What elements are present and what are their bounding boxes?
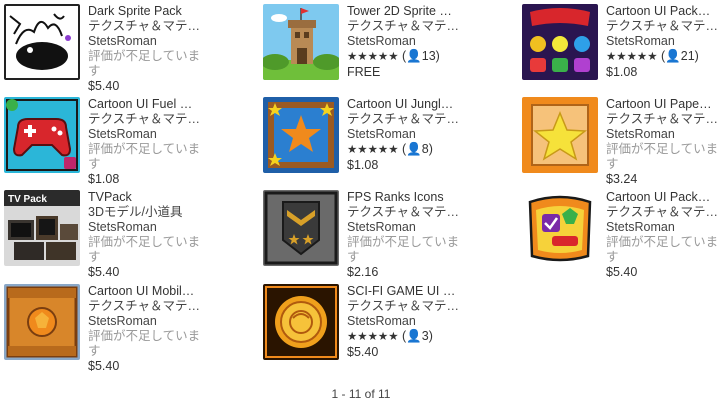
asset-category[interactable]: テクスチャ＆マテ… bbox=[347, 19, 465, 34]
rating-count: (👤13) bbox=[402, 49, 440, 63]
asset-title[interactable]: SCI-FI GAME UI … bbox=[347, 284, 465, 299]
asset-title[interactable]: Cartoon UI Mobil… bbox=[88, 284, 206, 299]
asset-publisher[interactable]: StetsRoman bbox=[606, 127, 722, 142]
cartoon-ui-pack-thumbnail[interactable] bbox=[522, 190, 598, 266]
star-rating-icon: ★★★★★ bbox=[347, 144, 399, 156]
gamepad-thumbnail[interactable] bbox=[4, 97, 80, 173]
asset-category[interactable]: テクスチャ＆マテ… bbox=[88, 112, 206, 127]
asset-publisher[interactable]: StetsRoman bbox=[347, 314, 465, 329]
asset-publisher[interactable]: StetsRoman bbox=[88, 34, 206, 49]
paper-star-thumbnail[interactable] bbox=[522, 97, 598, 173]
asset-title[interactable]: TVPack bbox=[88, 190, 206, 205]
rating-count: (👤8) bbox=[402, 142, 433, 156]
asset-publisher[interactable]: StetsRoman bbox=[88, 127, 206, 142]
asset-category[interactable]: テクスチャ＆マテ… bbox=[606, 112, 722, 127]
asset-price: $5.40 bbox=[347, 345, 379, 359]
asset-card[interactable]: Tower 2D Sprite … テクスチャ＆マテ… StetsRoman ★… bbox=[263, 4, 493, 96]
asset-price: $5.40 bbox=[88, 79, 120, 93]
dark-sprite-thumbnail[interactable] bbox=[4, 4, 80, 80]
asset-card[interactable]: Cartoon UI Jungl… テクスチャ＆マテ… StetsRoman ★… bbox=[263, 97, 493, 189]
asset-card[interactable]: Cartoon UI Pack… テクスチャ＆マテ… StetsRoman 評価… bbox=[522, 190, 722, 282]
asset-price: $5.40 bbox=[88, 359, 120, 373]
asset-price: $3.24 bbox=[606, 172, 638, 186]
asset-card[interactable]: Cartoon UI Fuel … テクスチャ＆マテ… StetsRoman 評… bbox=[4, 97, 234, 189]
asset-card[interactable]: SCI-FI GAME UI … テクスチャ＆マテ… StetsRoman ★★… bbox=[263, 284, 493, 376]
asset-price: $5.40 bbox=[606, 265, 638, 279]
asset-publisher[interactable]: StetsRoman bbox=[606, 220, 722, 235]
asset-title[interactable]: Cartoon UI Pape… bbox=[606, 97, 722, 112]
svg-text:TV Pack: TV Pack bbox=[8, 194, 47, 205]
rating-count: (👤3) bbox=[402, 329, 433, 343]
asset-price: $1.08 bbox=[88, 172, 120, 186]
rating-status: 評価が不足しています bbox=[347, 235, 460, 264]
asset-price: $1.08 bbox=[606, 65, 638, 79]
asset-publisher[interactable]: StetsRoman bbox=[88, 314, 206, 329]
asset-card[interactable]: Cartoon UI Pack… テクスチャ＆マテ… StetsRoman ★★… bbox=[522, 4, 722, 96]
asset-title[interactable]: Dark Sprite Pack bbox=[88, 4, 206, 19]
star-rating-icon: ★★★★★ bbox=[347, 331, 399, 343]
rating: ★★★★★ (👤13) bbox=[347, 49, 465, 65]
asset-card[interactable]: TV Pack TVPack 3Dモデル/小道具 StetsRoman 評価が不… bbox=[4, 190, 234, 282]
asset-category[interactable]: テクスチャ＆マテ… bbox=[606, 19, 722, 34]
asset-title[interactable]: Cartoon UI Fuel … bbox=[88, 97, 206, 112]
star-rating-icon: ★★★★★ bbox=[347, 51, 399, 63]
star-frame-thumbnail[interactable] bbox=[263, 97, 339, 173]
asset-card[interactable]: FPS Ranks Icons テクスチャ＆マテ… StetsRoman 評価が… bbox=[263, 190, 493, 282]
rank-badge-thumbnail[interactable] bbox=[263, 190, 339, 266]
asset-title[interactable]: Cartoon UI Pack… bbox=[606, 190, 722, 205]
asset-title[interactable]: Cartoon UI Jungl… bbox=[347, 97, 465, 112]
asset-card[interactable]: Cartoon UI Mobil… テクスチャ＆マテ… StetsRoman 評… bbox=[4, 284, 234, 376]
asset-price: $2.16 bbox=[347, 265, 379, 279]
wood-crate-thumbnail[interactable] bbox=[4, 284, 80, 360]
asset-publisher[interactable]: StetsRoman bbox=[347, 34, 465, 49]
asset-category[interactable]: テクスチャ＆マテ… bbox=[88, 299, 206, 314]
asset-category[interactable]: テクスチャ＆マテ… bbox=[347, 299, 465, 314]
asset-price: $1.08 bbox=[347, 158, 379, 172]
pagination-summary: 1 - 11 of 11 bbox=[331, 387, 391, 401]
asset-publisher[interactable]: StetsRoman bbox=[347, 220, 465, 235]
asset-category[interactable]: テクスチャ＆マテ… bbox=[88, 19, 206, 34]
asset-price: $5.40 bbox=[88, 265, 120, 279]
asset-card[interactable]: Cartoon UI Pape… テクスチャ＆マテ… StetsRoman 評価… bbox=[522, 97, 722, 189]
tv-pack-thumbnail[interactable]: TV Pack bbox=[4, 190, 80, 266]
asset-category[interactable]: テクスチャ＆マテ… bbox=[347, 112, 465, 127]
tower-thumbnail[interactable] bbox=[263, 4, 339, 80]
rating: ★★★★★ (👤3) bbox=[347, 329, 465, 345]
rating: ★★★★★ (👤21) bbox=[606, 49, 722, 65]
rating-count: (👤21) bbox=[661, 49, 699, 63]
asset-publisher[interactable]: StetsRoman bbox=[606, 34, 722, 49]
asset-category[interactable]: テクスチャ＆マテ… bbox=[606, 205, 722, 220]
rating-status: 評価が不足しています bbox=[88, 235, 201, 264]
asset-publisher[interactable]: StetsRoman bbox=[88, 220, 206, 235]
asset-price: FREE bbox=[347, 65, 381, 79]
asset-publisher[interactable]: StetsRoman bbox=[347, 127, 465, 142]
cartoon-ui-thumbnail[interactable] bbox=[522, 4, 598, 80]
asset-card[interactable]: Dark Sprite Pack テクスチャ＆マテ… StetsRoman 評価… bbox=[4, 4, 234, 96]
asset-title[interactable]: FPS Ranks Icons bbox=[347, 190, 465, 205]
scifi-ui-thumbnail[interactable] bbox=[263, 284, 339, 360]
star-rating-icon: ★★★★★ bbox=[606, 51, 658, 63]
rating-status: 評価が不足しています bbox=[606, 142, 719, 171]
asset-title[interactable]: Cartoon UI Pack… bbox=[606, 4, 722, 19]
rating-status: 評価が不足しています bbox=[606, 235, 719, 264]
rating-status: 評価が不足しています bbox=[88, 142, 201, 171]
rating: ★★★★★ (👤8) bbox=[347, 142, 465, 158]
asset-category[interactable]: テクスチャ＆マテ… bbox=[347, 205, 465, 220]
rating-status: 評価が不足しています bbox=[88, 329, 201, 358]
asset-title[interactable]: Tower 2D Sprite … bbox=[347, 4, 465, 19]
rating-status: 評価が不足しています bbox=[88, 49, 201, 78]
asset-category[interactable]: 3Dモデル/小道具 bbox=[88, 205, 206, 220]
